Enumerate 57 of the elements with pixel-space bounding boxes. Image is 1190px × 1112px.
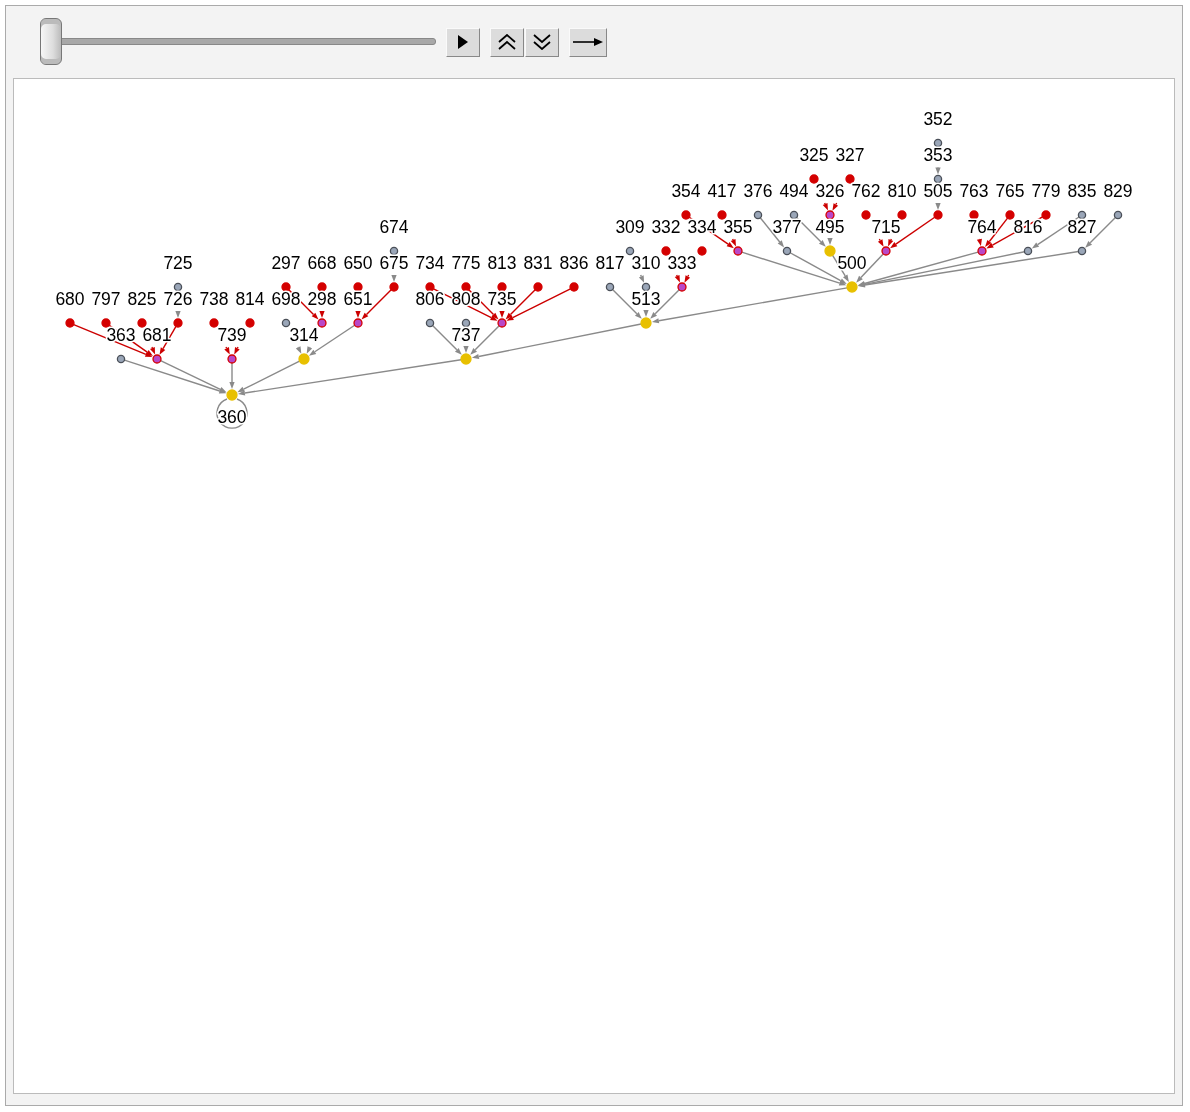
- node-label: 674: [379, 217, 409, 237]
- node-label: 355: [723, 217, 753, 237]
- node-label: 806: [415, 289, 445, 309]
- node-label: 827: [1067, 217, 1097, 237]
- node-label: 354: [671, 181, 701, 201]
- node-label: 817: [595, 253, 625, 273]
- node-label: 810: [887, 181, 917, 201]
- node-label: 332: [651, 217, 681, 237]
- node-label: 765: [995, 181, 1025, 201]
- node-label: 352: [923, 109, 953, 129]
- node-label: 513: [631, 289, 661, 309]
- node-label: 314: [289, 325, 319, 345]
- node-label: 715: [871, 217, 901, 237]
- node-label: 813: [487, 253, 517, 273]
- node-label: 310: [631, 253, 661, 273]
- node-label: 333: [667, 253, 697, 273]
- node-label: 734: [415, 253, 445, 273]
- node-label: 326: [815, 181, 845, 201]
- node-label: 725: [163, 253, 193, 273]
- node-label: 495: [815, 217, 845, 237]
- node-label: 309: [615, 217, 645, 237]
- node-label: 377: [772, 217, 802, 237]
- node-label: 650: [343, 253, 373, 273]
- node-label: 376: [743, 181, 773, 201]
- node-label: 500: [837, 253, 867, 273]
- node-label: 762: [851, 181, 881, 201]
- node-label: 325: [799, 145, 829, 165]
- node-label: 825: [127, 289, 157, 309]
- node-label: 417: [707, 181, 737, 201]
- node-label: 651: [343, 289, 373, 309]
- node-label: 738: [199, 289, 229, 309]
- node-label: 739: [217, 325, 247, 345]
- node-label: 763: [959, 181, 989, 201]
- node-label: 353: [923, 145, 953, 165]
- node-label: 668: [307, 253, 337, 273]
- node-label: 360: [217, 407, 247, 427]
- node-label: 505: [923, 181, 953, 201]
- node-label: 775: [451, 253, 481, 273]
- node-label: 797: [91, 289, 121, 309]
- node-label: 779: [1031, 181, 1061, 201]
- node-label: 726: [163, 289, 193, 309]
- node-label: 836: [559, 253, 589, 273]
- node-label: 835: [1067, 181, 1097, 201]
- node-label: 327: [835, 145, 865, 165]
- node-label: 737: [451, 325, 481, 345]
- node-label: 680: [55, 289, 85, 309]
- node-label: 675: [379, 253, 409, 273]
- node-label: 831: [523, 253, 553, 273]
- node-label: 829: [1103, 181, 1133, 201]
- node-label: 814: [235, 289, 265, 309]
- node-label: 298: [307, 289, 337, 309]
- node-label: 764: [967, 217, 997, 237]
- node-label: 297: [271, 253, 301, 273]
- node-label: 494: [779, 181, 809, 201]
- node-label: 735: [487, 289, 517, 309]
- node-label: 698: [271, 289, 301, 309]
- node-label: 681: [142, 325, 172, 345]
